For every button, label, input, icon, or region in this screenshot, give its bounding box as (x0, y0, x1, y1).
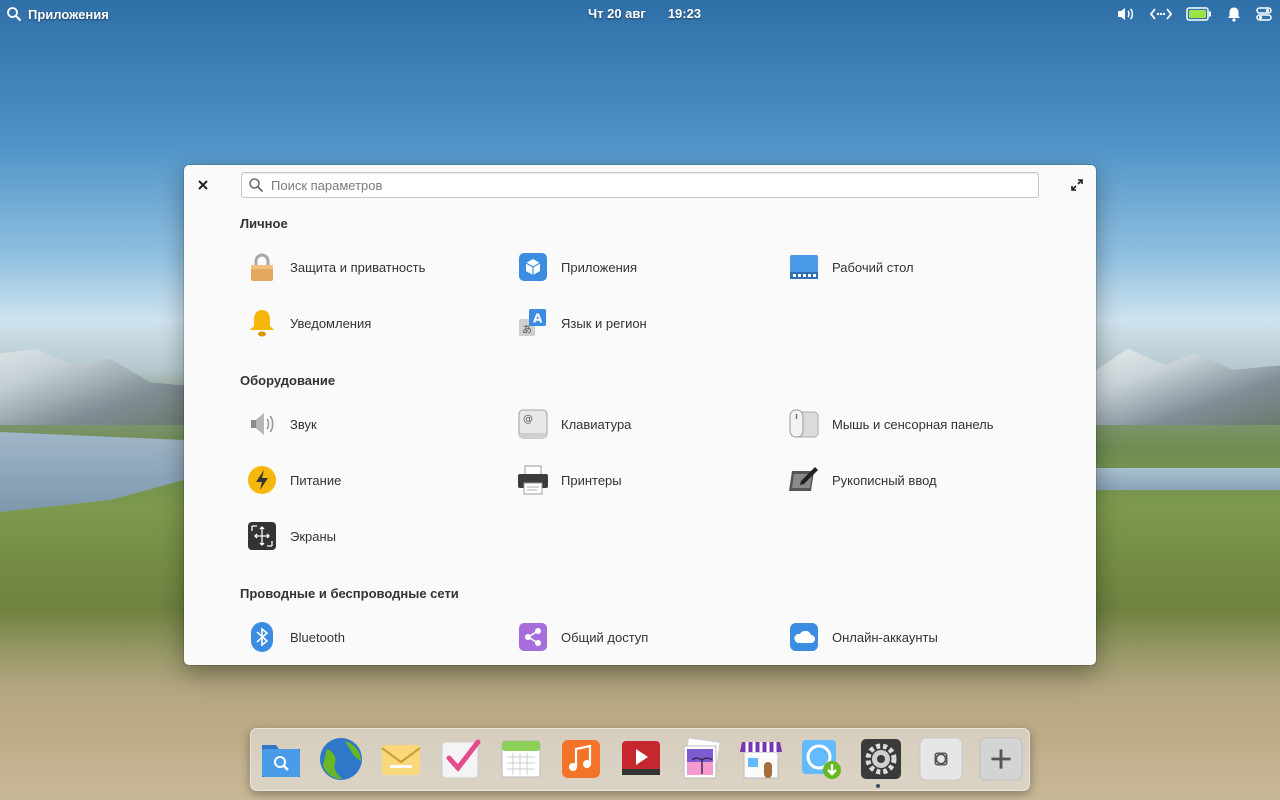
item-keyboard[interactable]: @ Клавиатура (511, 396, 782, 452)
item-online-accounts[interactable]: Онлайн-аккаунты (782, 609, 1053, 665)
svg-text:@: @ (523, 414, 533, 425)
mouse-icon (788, 408, 820, 440)
printer-icon (517, 464, 549, 496)
search-icon (249, 178, 263, 192)
search-icon (7, 7, 21, 21)
item-label: Общий доступ (561, 629, 649, 645)
item-label: Мышь и сенсорная панель (832, 416, 994, 432)
wallpaper-mountain-right (1090, 348, 1280, 425)
close-button[interactable] (194, 176, 212, 194)
item-label: Звук (290, 416, 317, 432)
photos-icon[interactable] (679, 737, 723, 781)
item-sound[interactable]: Звук (240, 396, 511, 452)
language-icon: あA (517, 307, 549, 339)
dock (250, 728, 1030, 791)
indicators (1116, 4, 1272, 24)
cloud-icon (788, 621, 820, 653)
speaker-icon (246, 408, 278, 440)
applications-menu-label: Приложения (28, 6, 109, 22)
battery-icon[interactable] (1186, 4, 1212, 24)
desktop-icon (788, 251, 820, 283)
appcenter-icon[interactable] (739, 737, 783, 781)
search-input[interactable] (271, 177, 1011, 193)
item-label: Принтеры (561, 472, 622, 488)
item-notifications[interactable]: Уведомления (240, 295, 511, 351)
keyboard-icon: @ (517, 408, 549, 440)
item-displays[interactable]: Экраны (240, 508, 511, 564)
add-icon[interactable] (979, 737, 1023, 781)
installer-icon[interactable] (799, 737, 843, 781)
maximize-icon (1071, 179, 1083, 191)
item-label: Защита и приватность (290, 259, 426, 275)
item-label: Уведомления (290, 315, 372, 331)
applications-icon (517, 251, 549, 283)
section-title: Оборудование (240, 373, 336, 388)
item-desktop[interactable]: Рабочий стол (782, 239, 1053, 295)
top-panel: Приложения Чт 20 авг 19:23 (0, 0, 1280, 28)
item-handwriting[interactable]: Рукописный ввод (782, 452, 1053, 508)
display-icon (246, 520, 278, 552)
item-label: Экраны (290, 528, 337, 544)
item-label: Питание (290, 472, 342, 488)
applications-menu[interactable]: Приложения (6, 6, 109, 22)
network-icon[interactable] (1150, 4, 1172, 24)
svg-text:A: A (533, 312, 543, 326)
settings-search[interactable] (241, 172, 1039, 198)
section-title: Личное (240, 216, 288, 231)
sharing-icon (517, 621, 549, 653)
section-title: Проводные и беспроводные сети (240, 586, 459, 601)
item-power[interactable]: Питание (240, 452, 511, 508)
tablet-icon (788, 464, 820, 496)
date-time[interactable]: Чт 20 авг 19:23 (588, 6, 701, 21)
system-settings-window: Личное Защита и приватность Приложения Р… (184, 165, 1096, 665)
item-security-privacy[interactable]: Защита и приватность (240, 239, 511, 295)
close-icon (198, 180, 208, 190)
maximize-button[interactable] (1068, 176, 1086, 194)
system-settings-icon[interactable] (859, 737, 903, 781)
bell-icon (246, 307, 278, 339)
session-icon[interactable] (1256, 4, 1272, 24)
section-hardware: Оборудование Звук @ Клавиатура Мышь и се… (240, 370, 1053, 564)
item-label: Онлайн-аккаунты (832, 629, 938, 645)
item-applications[interactable]: Приложения (511, 239, 782, 295)
item-label: Рукописный ввод (832, 472, 937, 488)
section-network: Проводные и беспроводные сети Bluetooth … (240, 583, 1053, 665)
screenshot-icon[interactable] (919, 737, 963, 781)
item-bluetooth[interactable]: Bluetooth (240, 609, 511, 665)
videos-icon[interactable] (619, 737, 663, 781)
section-personal: Личное Защита и приватность Приложения Р… (240, 213, 1053, 351)
running-indicator (876, 784, 880, 788)
notifications-icon[interactable] (1226, 4, 1242, 24)
volume-icon[interactable] (1116, 4, 1136, 24)
item-printers[interactable]: Принтеры (511, 452, 782, 508)
files-icon[interactable] (259, 737, 303, 781)
item-label: Рабочий стол (832, 259, 914, 275)
item-label: Язык и регион (561, 315, 647, 331)
lock-icon (246, 251, 278, 283)
power-icon (246, 464, 278, 496)
item-label: Клавиатура (561, 416, 632, 432)
wallpaper-lake-right (1096, 468, 1280, 490)
time-label: 19:23 (667, 6, 702, 21)
item-language-region[interactable]: あA Язык и регион (511, 295, 782, 351)
music-icon[interactable] (559, 737, 603, 781)
item-label: Приложения (561, 259, 638, 275)
item-sharing[interactable]: Общий доступ (511, 609, 782, 665)
item-label: Bluetooth (290, 629, 345, 645)
bluetooth-icon (246, 621, 278, 653)
calendar-icon[interactable] (499, 737, 543, 781)
mail-icon[interactable] (379, 737, 423, 781)
date-label: Чт 20 авг (588, 6, 646, 21)
web-browser-icon[interactable] (319, 737, 363, 781)
tasks-icon[interactable] (439, 737, 483, 781)
item-mouse-touchpad[interactable]: Мышь и сенсорная панель (782, 396, 1053, 452)
wallpaper-mountain-left (0, 349, 200, 425)
